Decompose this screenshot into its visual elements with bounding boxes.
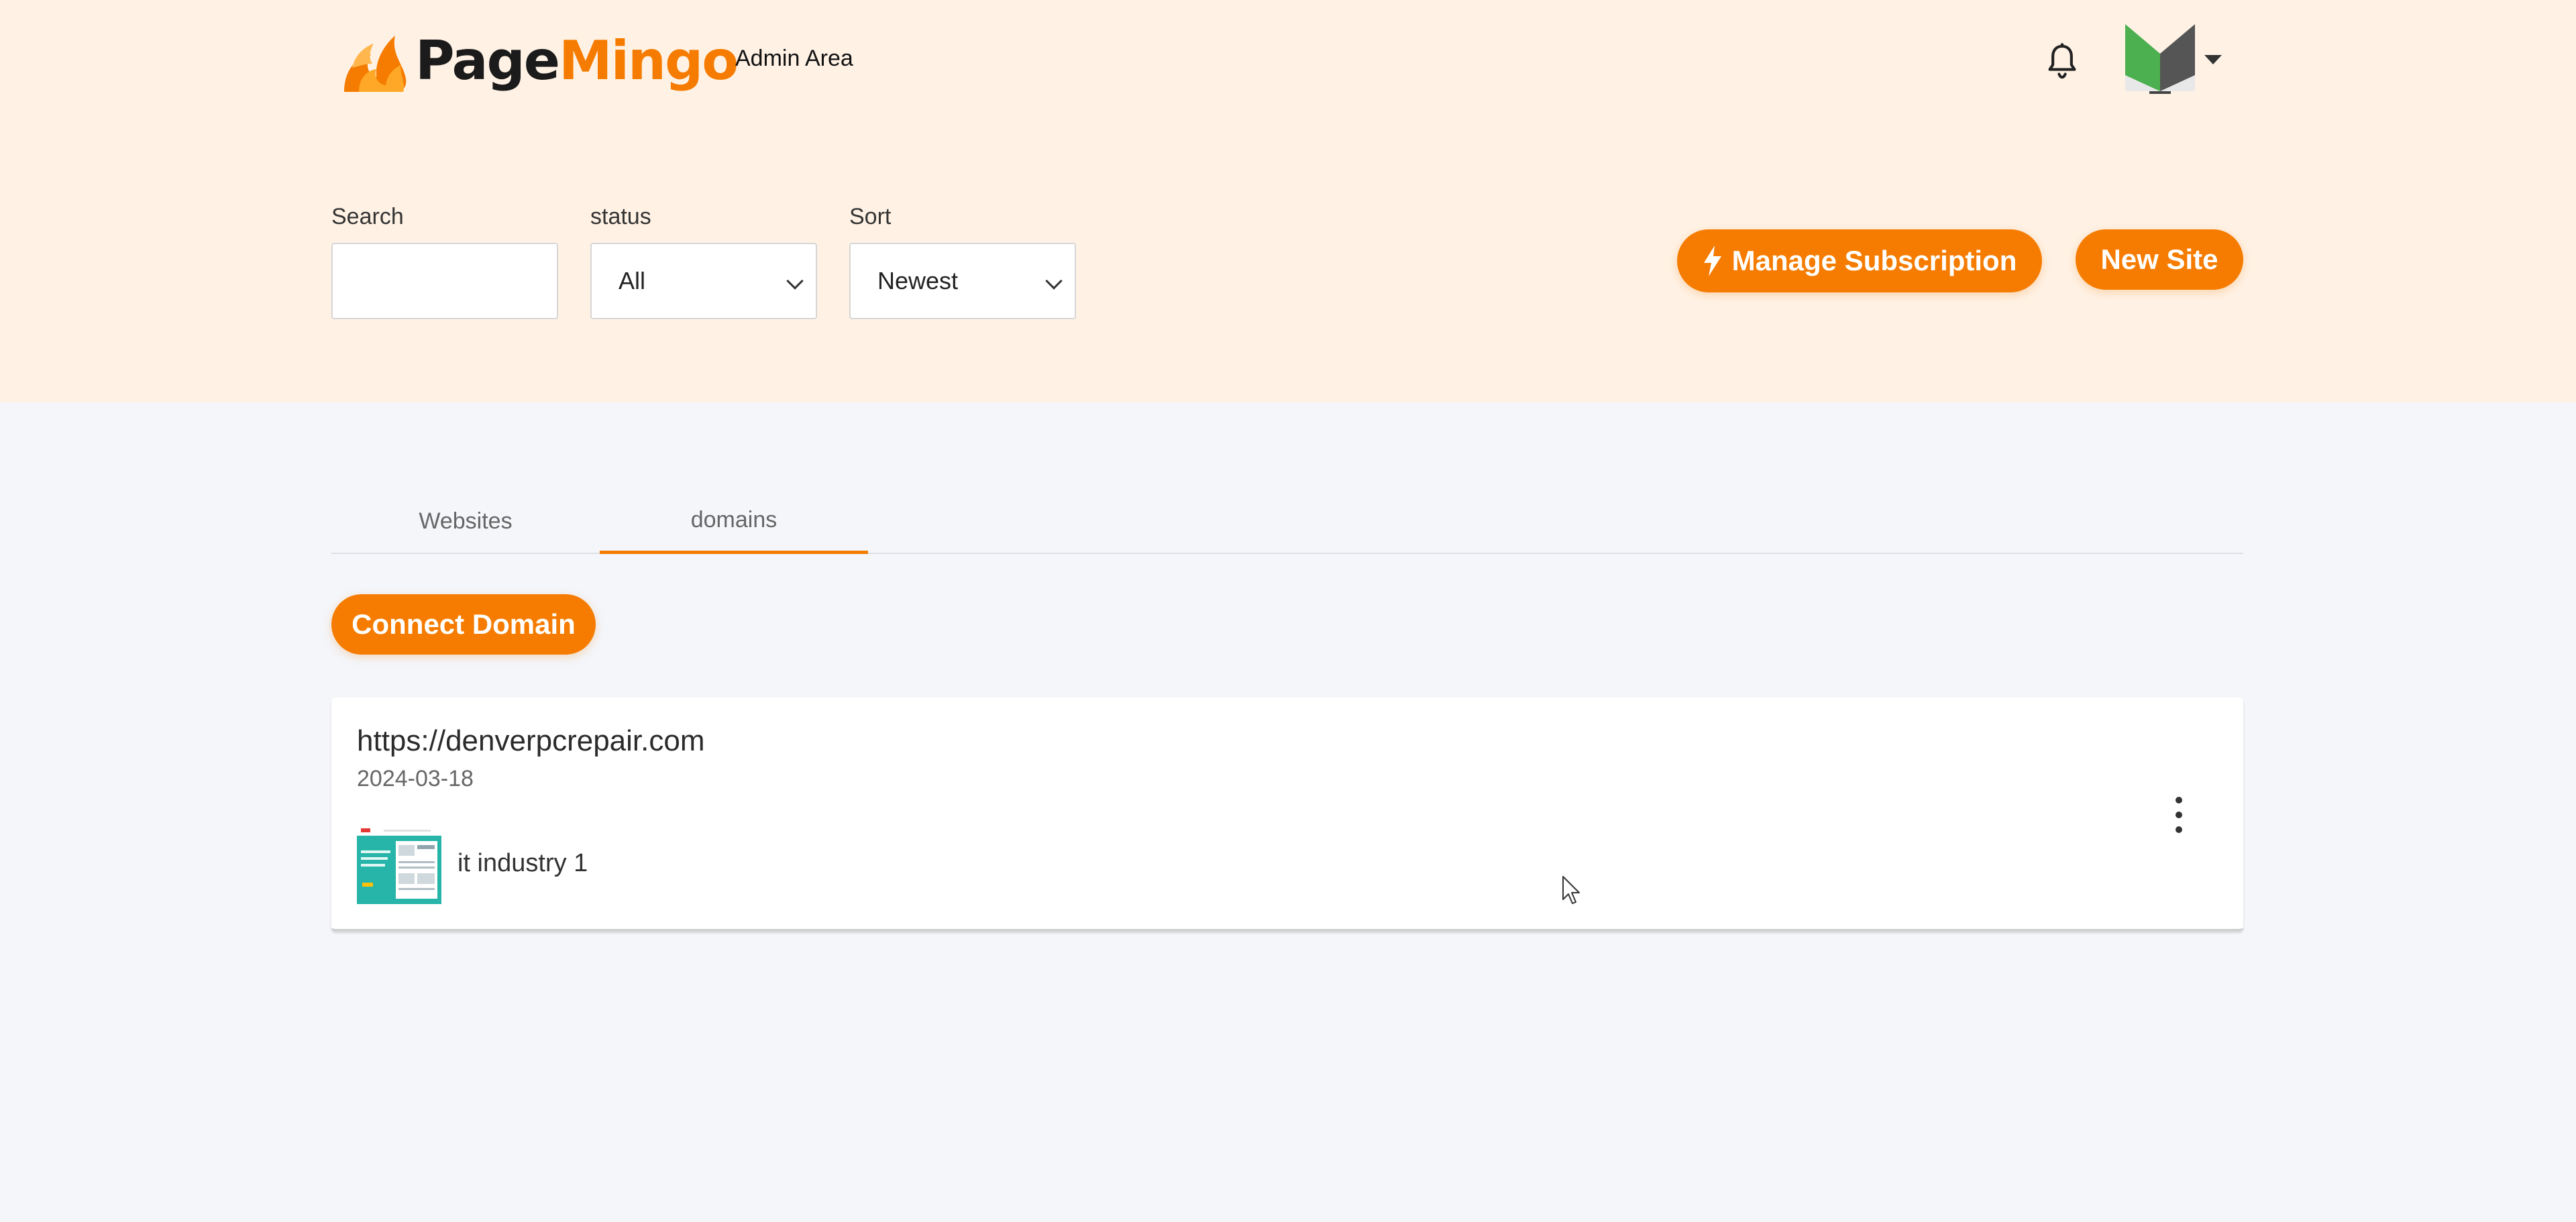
brand-part-page: Page xyxy=(415,30,560,92)
user-avatar-icon xyxy=(2125,24,2195,94)
search-input[interactable] xyxy=(331,243,558,319)
chevron-down-icon xyxy=(2204,55,2222,64)
domain-url[interactable]: https://denverpcrepair.com xyxy=(357,724,704,758)
status-select[interactable]: All xyxy=(590,243,817,319)
kebab-menu-icon[interactable] xyxy=(2172,797,2186,833)
kebab-dot xyxy=(2176,797,2182,803)
user-menu[interactable] xyxy=(2125,23,2226,97)
site-preview-image xyxy=(357,826,441,904)
kebab-dot xyxy=(2176,826,2182,833)
lightning-icon xyxy=(1703,245,1721,276)
sort-selected-value: Newest xyxy=(877,267,959,294)
logo-flame-icon xyxy=(344,36,407,92)
connect-domain-label: Connect Domain xyxy=(352,608,576,640)
admin-area-link[interactable]: Admin Area xyxy=(735,46,853,72)
brand-name: PageMingo xyxy=(415,34,739,88)
search-label: Search xyxy=(331,204,404,229)
header: PageMingo Admin Area Search status All S… xyxy=(0,0,2576,402)
new-site-button[interactable]: New Site xyxy=(2076,229,2243,290)
tab-bar: Websites domains xyxy=(331,490,2243,554)
connect-domain-button[interactable]: Connect Domain xyxy=(331,594,596,655)
chevron-down-icon xyxy=(786,272,804,290)
manage-subscription-button[interactable]: Manage Subscription xyxy=(1677,229,2042,292)
sort-label: Sort xyxy=(849,204,892,229)
tab-domains[interactable]: domains xyxy=(600,490,868,554)
tab-websites[interactable]: Websites xyxy=(331,490,600,553)
new-site-label: New Site xyxy=(2100,243,2218,275)
linked-site-name[interactable]: it industry 1 xyxy=(458,849,588,878)
domain-card: https://denverpcrepair.com 2024-03-18 it… xyxy=(331,698,2243,931)
site-thumbnail[interactable] xyxy=(357,826,441,904)
chevron-down-icon xyxy=(1045,272,1063,290)
sort-select[interactable]: Newest xyxy=(849,243,1076,319)
manage-subscription-label: Manage Subscription xyxy=(1731,245,2017,276)
status-label: status xyxy=(590,204,651,229)
brand-part-mingo: Mingo xyxy=(559,30,739,92)
domain-date: 2024-03-18 xyxy=(357,766,474,791)
kebab-dot xyxy=(2176,812,2182,818)
bell-icon[interactable] xyxy=(2043,42,2081,82)
status-selected-value: All xyxy=(619,267,646,294)
mouse-cursor-icon xyxy=(1562,876,1580,904)
pagemingo-logo[interactable]: PageMingo xyxy=(339,24,739,98)
